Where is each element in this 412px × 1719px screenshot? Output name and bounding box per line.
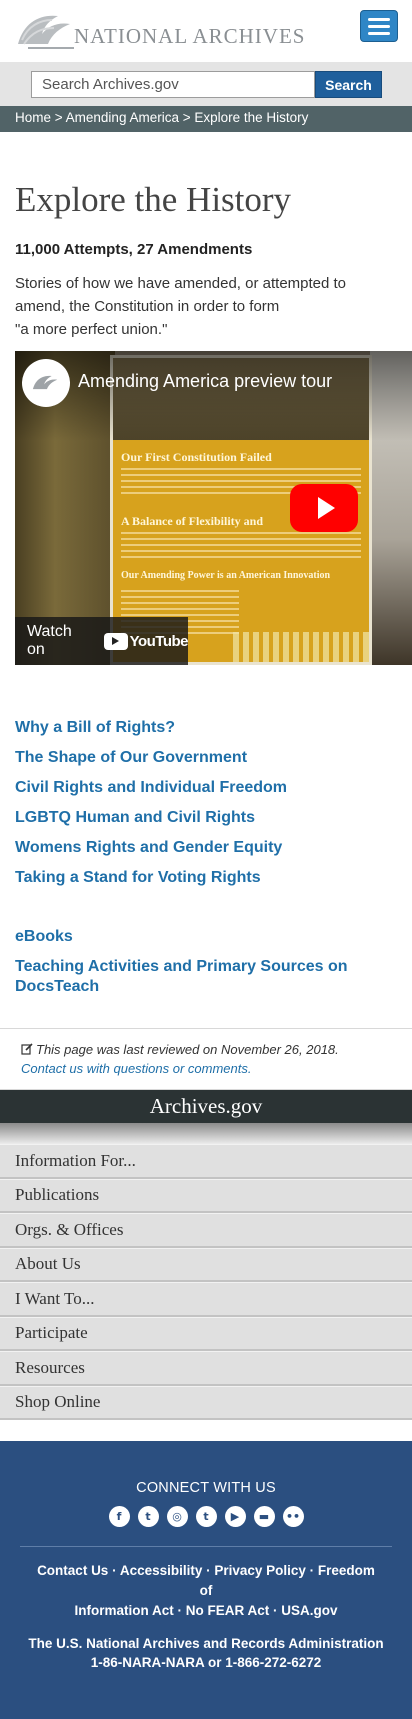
site-footer: CONNECT WITH US f t ◎ t ▶ ▬ •• Contact U… xyxy=(0,1441,412,1719)
instagram-icon[interactable]: ◎ xyxy=(166,1506,188,1527)
site-header: NATIONAL ARCHIVES xyxy=(0,0,412,62)
link-lgbtq-rights[interactable]: LGBTQ Human and Civil Rights xyxy=(15,803,397,833)
national-archives-logo[interactable]: NATIONAL ARCHIVES xyxy=(14,10,305,52)
edit-icon xyxy=(21,1043,33,1055)
phone-number: 1-86-NARA-NARA or 1-866-272-6272 xyxy=(90,1655,322,1670)
intro-line: "a more perfect union." xyxy=(15,321,168,338)
link-shape-of-government[interactable]: The Shape of Our Government xyxy=(15,743,397,773)
nav-orgs-offices[interactable]: Orgs. & Offices xyxy=(0,1213,412,1248)
nav-shop-online[interactable]: Shop Online xyxy=(0,1385,412,1420)
nav-about-us[interactable]: About Us xyxy=(0,1247,412,1282)
link-bill-of-rights[interactable]: Why a Bill of Rights? xyxy=(15,713,397,743)
youtube-video-embed[interactable]: Our First Constitution Failed A Balance … xyxy=(15,351,412,665)
facebook-icon[interactable]: f xyxy=(108,1506,130,1527)
menu-bar-icon xyxy=(368,17,390,21)
poster-text-lines xyxy=(121,532,361,562)
social-icons: f t ◎ t ▶ ▬ •• xyxy=(0,1506,412,1527)
link-civil-rights[interactable]: Civil Rights and Individual Freedom xyxy=(15,773,397,803)
eagle-logo-icon xyxy=(32,375,58,390)
link-womens-rights[interactable]: Womens Rights and Gender Equity xyxy=(15,833,397,863)
youtube-icon[interactable]: ▶ xyxy=(224,1506,246,1527)
youtube-logo: YouTube xyxy=(103,632,189,650)
blogs-icon[interactable]: ▬ xyxy=(253,1506,275,1527)
eagle-logo-icon xyxy=(18,15,74,49)
search-input[interactable] xyxy=(31,71,315,98)
connect-heading: CONNECT WITH US xyxy=(136,1480,276,1496)
nav-shadow-strip xyxy=(0,1123,412,1144)
video-title-overlay xyxy=(15,351,412,441)
intro-line: amend, the Constitution in order to form xyxy=(15,298,280,315)
main-content: Explore the History 11,000 Attempts, 27 … xyxy=(0,180,412,997)
footer-links-line[interactable]: Information Act · No FEAR Act · USA.gov xyxy=(30,1601,382,1621)
poster-heading: A Balance of Flexibility and xyxy=(121,514,264,528)
breadcrumb-separator: > xyxy=(51,110,66,125)
logo-text: NATIONAL ARCHIVES xyxy=(74,23,306,48)
search-button[interactable]: Search xyxy=(315,71,382,98)
breadcrumb-separator: > xyxy=(178,110,195,125)
watch-on-youtube-button[interactable]: Watch on YouTube xyxy=(15,617,189,665)
intro-text: Stories of how we have amended, or attem… xyxy=(15,272,397,341)
menu-bar-icon xyxy=(368,24,390,28)
poster-skyline xyxy=(233,632,373,662)
topic-links: Why a Bill of Rights? The Shape of Our G… xyxy=(15,713,397,893)
hamburger-menu-button[interactable] xyxy=(360,10,398,42)
last-reviewed-text: This page was last reviewed on November … xyxy=(36,1042,339,1057)
footer-links: Contact Us · Accessibility · Privacy Pol… xyxy=(0,1561,412,1621)
breadcrumb-amending-america[interactable]: Amending America xyxy=(66,110,179,125)
page-review-note: This page was last reviewed on November … xyxy=(0,1028,412,1090)
menu-bar-icon xyxy=(368,31,390,35)
org-name: The U.S. National Archives and Records A… xyxy=(28,1636,384,1651)
search-bar: Search xyxy=(0,62,412,106)
link-docsteach[interactable]: Teaching Activities and Primary Sources … xyxy=(15,952,397,997)
nav-publications[interactable]: Publications xyxy=(0,1178,412,1213)
breadcrumb-explore-history[interactable]: Explore the History xyxy=(194,110,308,125)
channel-avatar[interactable] xyxy=(22,359,70,407)
link-voting-rights[interactable]: Taking a Stand for Voting Rights xyxy=(15,863,397,893)
footer-divider xyxy=(20,1546,392,1547)
play-icon xyxy=(317,497,335,519)
footer-nav: Information For... Publications Orgs. & … xyxy=(0,1144,412,1420)
youtube-play-icon xyxy=(103,632,128,650)
footer-links-line[interactable]: Contact Us · Accessibility · Privacy Pol… xyxy=(30,1561,382,1601)
page-title: Explore the History xyxy=(15,180,292,219)
archives-gov-banner[interactable]: Archives.gov xyxy=(0,1090,412,1123)
play-button[interactable] xyxy=(290,484,358,532)
twitter-icon[interactable]: t xyxy=(137,1506,159,1527)
breadcrumb: Home > Amending America > Explore the Hi… xyxy=(0,106,412,132)
breadcrumb-home[interactable]: Home xyxy=(15,110,51,125)
poster-heading: Our Amending Power is an American Innova… xyxy=(121,570,331,581)
video-title[interactable]: Amending America preview tour xyxy=(78,371,332,392)
youtube-wordmark: YouTube xyxy=(129,632,189,650)
tumblr-icon[interactable]: t xyxy=(195,1506,217,1527)
watch-on-label: Watch on xyxy=(27,623,72,658)
poster-heading: Our First Constitution Failed xyxy=(121,450,272,464)
nav-information-for[interactable]: Information For... xyxy=(0,1144,412,1179)
flickr-icon[interactable]: •• xyxy=(282,1506,304,1527)
nav-resources[interactable]: Resources xyxy=(0,1351,412,1386)
nav-i-want-to[interactable]: I Want To... xyxy=(0,1282,412,1317)
nav-participate[interactable]: Participate xyxy=(0,1316,412,1351)
page-subtitle: 11,000 Attempts, 27 Amendments xyxy=(15,241,253,258)
intro-line: Stories of how we have amended, or attem… xyxy=(15,275,347,292)
extra-links: eBooks Teaching Activities and Primary S… xyxy=(15,922,397,997)
link-ebooks[interactable]: eBooks xyxy=(15,922,397,952)
contact-us-link[interactable]: Contact us with questions or comments. xyxy=(21,1061,252,1076)
